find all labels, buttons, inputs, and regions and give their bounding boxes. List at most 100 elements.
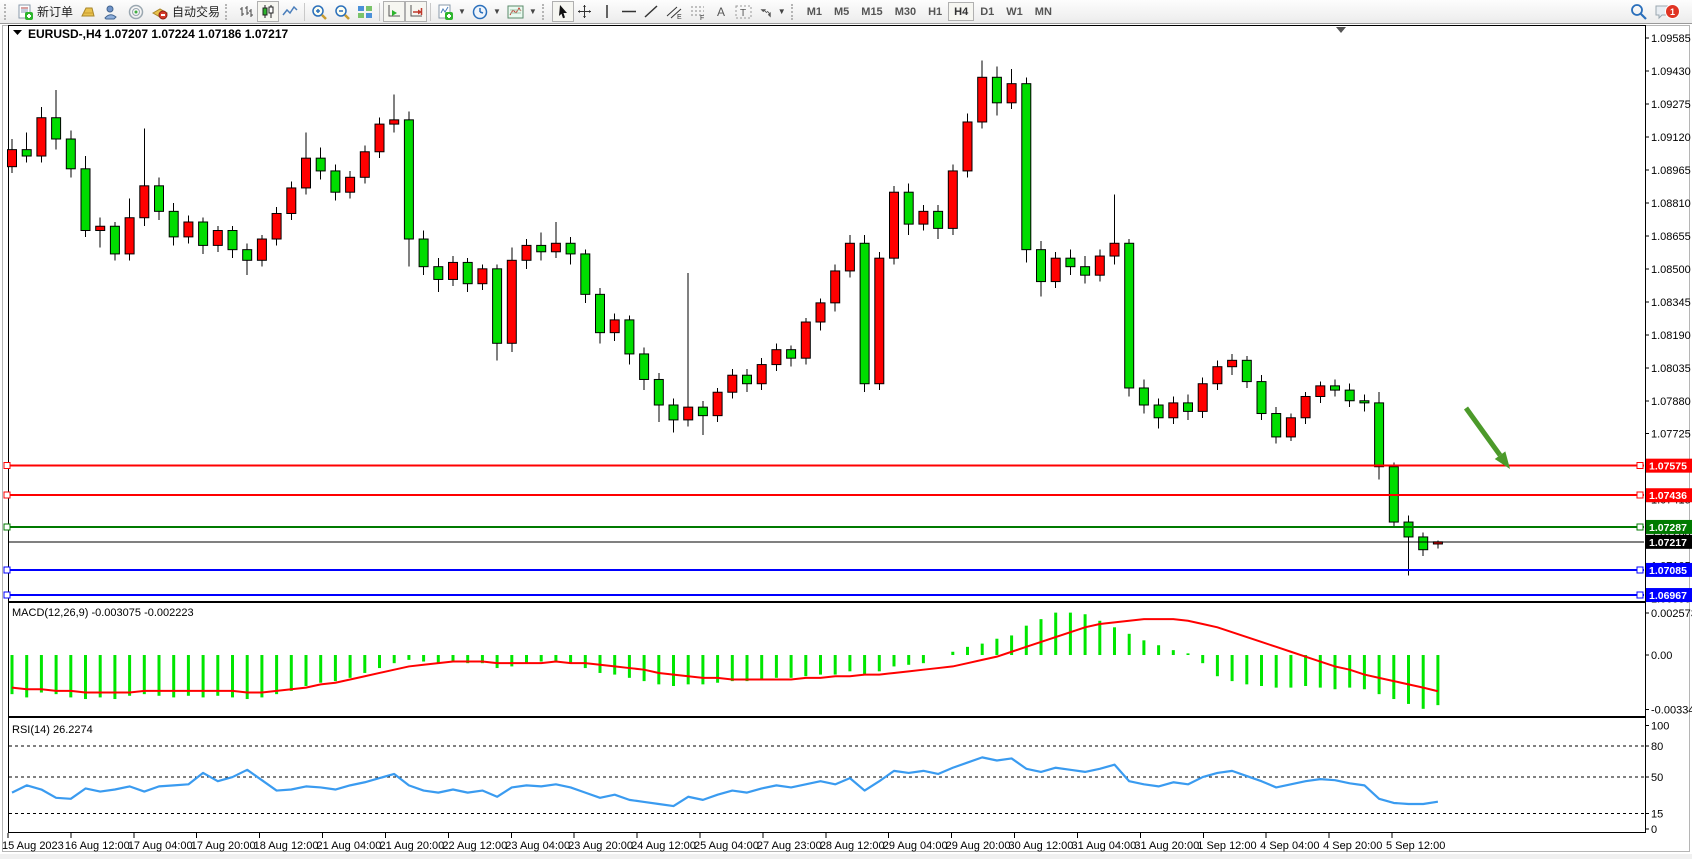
- time-axis-label: 17 Aug 04:00: [128, 840, 193, 852]
- indicators-button[interactable]: ▼: [434, 1, 469, 22]
- crosshair-icon: [577, 4, 592, 19]
- bear-candle: [1081, 267, 1090, 276]
- new-order-button[interactable]: 新订单: [14, 1, 76, 22]
- toolbar-grip[interactable]: [542, 4, 549, 20]
- time-axis-label: 22 Aug 12:00: [442, 840, 507, 852]
- bear-candle: [404, 120, 413, 239]
- templates-icon: [507, 4, 525, 20]
- bear-candle: [81, 169, 90, 231]
- periods-clock-icon: [472, 4, 489, 20]
- time-axis-label: 31 Aug 04:00: [1071, 840, 1136, 852]
- notifications-button[interactable]: 1: [1651, 1, 1676, 22]
- price-axis-label: 1.08345: [1651, 297, 1691, 309]
- time-axis-label: 29 Aug 20:00: [946, 840, 1011, 852]
- timeframe-mn-button[interactable]: MN: [1029, 2, 1058, 21]
- price-axis-label: 1.09275: [1651, 99, 1691, 111]
- autotrading-button[interactable]: 自动交易: [148, 1, 223, 22]
- fibonacci-icon: F: [689, 4, 707, 20]
- chart-canvas[interactable]: MACD(12,26,9) -0.003075 -0.002223 RSI(14)…: [0, 24, 1692, 854]
- line-handle[interactable]: [4, 592, 10, 598]
- bear-candle: [1345, 390, 1354, 401]
- cursor-icon: [556, 4, 570, 19]
- bear-candle: [434, 267, 443, 280]
- equidistant-channel-button[interactable]: E: [662, 1, 686, 22]
- bull-candle: [96, 226, 105, 230]
- price-axis-label: 1.09430: [1651, 66, 1691, 78]
- dropdown-caret-icon: ▼: [778, 7, 786, 16]
- timeframe-w1-button[interactable]: W1: [1000, 2, 1029, 21]
- line-handle[interactable]: [1637, 592, 1643, 598]
- bar-chart-button[interactable]: [235, 1, 257, 22]
- time-axis-label: 18 Aug 12:00: [254, 840, 319, 852]
- bear-candle: [1331, 386, 1340, 390]
- time-axis-label: 17 Aug 20:00: [191, 840, 256, 852]
- time-axis-label: 23 Aug 20:00: [568, 840, 633, 852]
- chart-shift-button[interactable]: [405, 1, 427, 22]
- trendline-button[interactable]: [640, 1, 662, 22]
- bull-candle: [757, 365, 766, 384]
- main-chart-panel[interactable]: [4, 26, 1646, 602]
- macd-label: MACD(12,26,9) -0.003075 -0.002223: [12, 607, 194, 619]
- candlestick-chart-button[interactable]: [257, 1, 279, 22]
- bear-candle: [463, 262, 472, 283]
- timeframe-m5-button[interactable]: M5: [828, 2, 855, 21]
- bull-candle: [728, 375, 737, 392]
- bear-candle: [537, 245, 546, 251]
- toolbar-grip[interactable]: [791, 4, 798, 20]
- bull-candle: [610, 320, 619, 333]
- horizontal-line-icon: [621, 4, 637, 19]
- line-handle[interactable]: [1637, 524, 1643, 530]
- line-handle[interactable]: [1637, 492, 1643, 498]
- timeframe-m30-button[interactable]: M30: [889, 2, 922, 21]
- bear-candle: [1022, 84, 1031, 250]
- bear-candle: [992, 77, 1001, 103]
- bear-candle: [1066, 258, 1075, 267]
- timeframe-h1-button[interactable]: H1: [922, 2, 948, 21]
- line-handle[interactable]: [1637, 567, 1643, 573]
- bear-candle: [1419, 537, 1428, 550]
- timeframe-m15-button[interactable]: M15: [855, 2, 888, 21]
- time-axis-label: 16 Aug 12:00: [65, 840, 130, 852]
- tile-windows-button[interactable]: [354, 1, 376, 22]
- text-label-icon: T: [735, 4, 752, 20]
- line-handle[interactable]: [4, 567, 10, 573]
- timeframe-d1-button[interactable]: D1: [974, 2, 1000, 21]
- arrows-button[interactable]: ▼: [755, 1, 789, 22]
- vertical-line-button[interactable]: [596, 1, 618, 22]
- price-tag-label: 1.07436: [1649, 490, 1687, 502]
- crosshair-button[interactable]: [574, 1, 596, 22]
- bear-candle: [934, 211, 943, 228]
- fibonacci-button[interactable]: F: [686, 1, 710, 22]
- text-button[interactable]: A: [710, 1, 732, 22]
- line-handle[interactable]: [1637, 463, 1643, 469]
- line-handle[interactable]: [4, 492, 10, 498]
- cursor-button[interactable]: [552, 1, 574, 22]
- line-chart-button[interactable]: [279, 1, 301, 22]
- market-watch-button[interactable]: [76, 1, 100, 22]
- strategy-tester-button[interactable]: [124, 1, 148, 22]
- rsi-panel[interactable]: RSI(14) 26.2274: [9, 718, 1646, 833]
- text-label-button[interactable]: T: [732, 1, 755, 22]
- bull-candle: [140, 186, 149, 218]
- bull-candle: [287, 188, 296, 214]
- search-button[interactable]: [1627, 1, 1651, 22]
- search-icon: [1630, 3, 1648, 20]
- macd-panel[interactable]: MACD(12,26,9) -0.003075 -0.002223: [9, 603, 1646, 717]
- line-handle[interactable]: [4, 524, 10, 530]
- toolbar-grip[interactable]: [225, 4, 232, 20]
- periods-button[interactable]: ▼: [469, 1, 504, 22]
- horizontal-line-button[interactable]: [618, 1, 640, 22]
- zoom-in-button[interactable]: [308, 1, 331, 22]
- timeframe-h4-button[interactable]: H4: [948, 2, 974, 21]
- line-handle[interactable]: [4, 463, 10, 469]
- auto-scroll-button[interactable]: [383, 1, 405, 22]
- timeframe-m1-button[interactable]: M1: [801, 2, 828, 21]
- price-axis-label: 1.08500: [1651, 264, 1691, 276]
- rsi-axis-label: 0: [1651, 824, 1657, 836]
- toolbar-grip[interactable]: [4, 4, 11, 20]
- templates-button[interactable]: ▼: [504, 1, 540, 22]
- zoom-out-button[interactable]: [331, 1, 354, 22]
- bull-candle: [257, 239, 266, 260]
- bull-candle: [1095, 256, 1104, 275]
- navigator-button[interactable]: [100, 1, 124, 22]
